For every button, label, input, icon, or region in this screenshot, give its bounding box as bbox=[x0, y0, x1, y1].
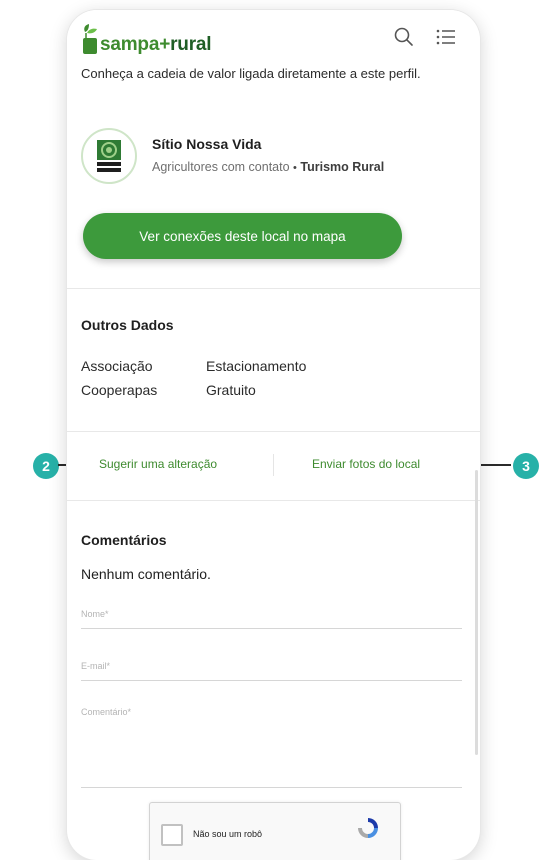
app-header: sampa+rural bbox=[67, 10, 480, 64]
profile-subtitle: Agricultores com contato • Turismo Rural bbox=[152, 160, 384, 174]
search-icon[interactable] bbox=[393, 26, 415, 48]
sampa-rural-logo[interactable]: sampa+rural bbox=[81, 22, 212, 56]
divider bbox=[67, 288, 480, 289]
view-connections-button[interactable]: Ver conexões deste local no mapa bbox=[83, 213, 402, 259]
comments-title: Comentários bbox=[81, 532, 167, 548]
email-field[interactable] bbox=[81, 652, 462, 681]
logo-text-plus: + bbox=[159, 34, 171, 55]
list-menu-icon[interactable] bbox=[435, 26, 457, 48]
divider bbox=[67, 431, 480, 432]
logo-text-rural: rural bbox=[170, 34, 212, 55]
profile-name[interactable]: Sítio Nossa Vida bbox=[152, 136, 261, 152]
leaf-logo-icon bbox=[83, 24, 97, 54]
profile-logo-icon bbox=[93, 138, 125, 174]
other-data-item: Associação bbox=[81, 358, 153, 374]
page-screen: Conheça a cadeia de valor ligada diretam… bbox=[67, 10, 480, 860]
other-data-item: Gratuito bbox=[206, 382, 256, 398]
other-data-col-2: Estacionamento Gratuito bbox=[206, 354, 306, 402]
no-comments-text: Nenhum comentário. bbox=[81, 566, 211, 582]
logo-text: sampa+rural bbox=[100, 34, 212, 56]
profile-separator: • bbox=[293, 162, 297, 174]
recaptcha-icon bbox=[358, 818, 378, 838]
profile-card[interactable]: Sítio Nossa Vida Agricultores com contat… bbox=[81, 128, 466, 188]
logo-text-sampa: sampa bbox=[100, 34, 160, 55]
name-field[interactable] bbox=[81, 600, 462, 629]
recaptcha-checkbox[interactable] bbox=[161, 824, 183, 846]
profile-category: Agricultores com contato bbox=[152, 160, 290, 174]
callout-badge-2: 2 bbox=[33, 453, 59, 479]
other-data-title: Outros Dados bbox=[81, 317, 174, 333]
other-data-col-1: Associação Cooperapas bbox=[81, 354, 157, 402]
comment-field[interactable] bbox=[81, 705, 462, 788]
other-data-item: Estacionamento bbox=[206, 358, 307, 374]
actions-separator bbox=[273, 454, 274, 476]
send-photos-link[interactable]: Enviar fotos do local bbox=[312, 457, 420, 471]
scrollbar[interactable] bbox=[475, 470, 478, 755]
phone-frame: Conheça a cadeia de valor ligada diretam… bbox=[67, 10, 480, 860]
callout-badge-3: 3 bbox=[513, 453, 539, 479]
other-data-item: Cooperapas bbox=[81, 382, 158, 398]
divider bbox=[67, 500, 480, 501]
suggest-change-link[interactable]: Sugerir uma alteração bbox=[99, 457, 217, 471]
avatar bbox=[81, 128, 137, 184]
intro-text: Conheça a cadeia de valor ligada diretam… bbox=[81, 66, 421, 81]
profile-tag: Turismo Rural bbox=[300, 160, 385, 174]
recaptcha-widget: Não sou um robô bbox=[149, 802, 401, 860]
